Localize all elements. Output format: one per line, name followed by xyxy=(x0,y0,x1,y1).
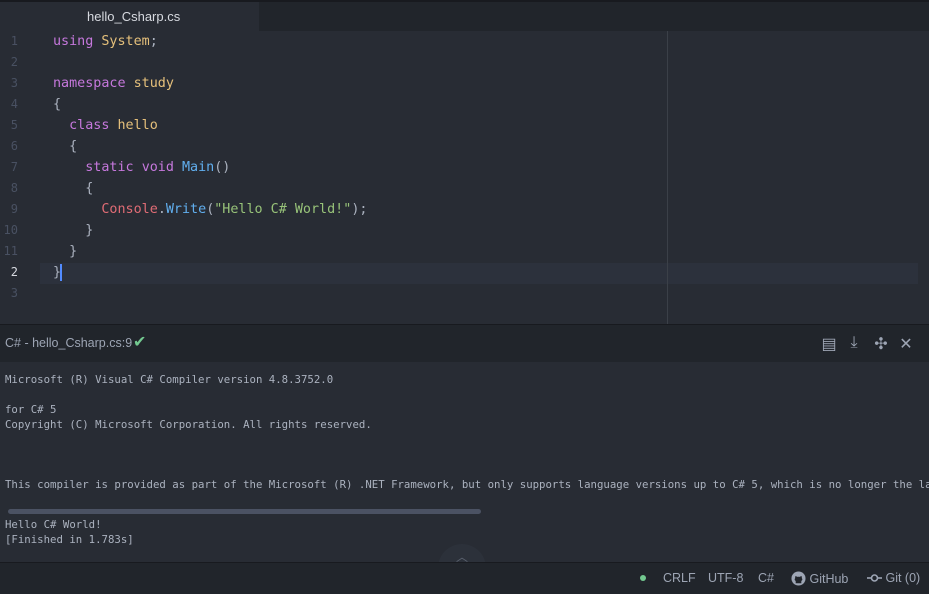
code-line[interactable]: { xyxy=(53,136,77,157)
build-output: Microsoft (R) Visual C# Compiler version… xyxy=(0,362,929,568)
tab-bar: hello_Csharp.cs xyxy=(0,2,929,32)
status-dot-icon xyxy=(640,575,646,581)
line-number: 9 xyxy=(10,202,18,216)
line-ending-selector[interactable]: CRLF xyxy=(663,571,696,585)
code-line[interactable]: static void Main() xyxy=(53,157,230,178)
line-number: 3 xyxy=(10,76,18,90)
download-icon[interactable]: ⤓ xyxy=(845,334,863,352)
encoding-selector[interactable]: UTF-8 xyxy=(708,571,743,585)
code-line[interactable]: namespace study xyxy=(53,73,174,94)
wrap-guide xyxy=(667,31,668,324)
line-number: 11 xyxy=(3,244,18,258)
line-number: 10 xyxy=(3,223,18,237)
output-line: for C# 5 xyxy=(5,403,57,416)
file-icon[interactable]: ▤ xyxy=(820,334,838,354)
output-line: [Finished in 1.783s] xyxy=(5,533,134,546)
line-number: 7 xyxy=(10,160,18,174)
horizontal-scrollbar[interactable] xyxy=(8,509,481,514)
build-panel-header: C# - hello_Csharp.cs:9 ✔ ▤ ⤓ ✣ ✕ xyxy=(0,324,929,363)
code-line[interactable]: } xyxy=(53,241,77,262)
github-label: GitHub xyxy=(809,572,849,586)
line-number: 1 xyxy=(10,34,18,48)
output-line: Microsoft (R) Visual C# Compiler version… xyxy=(5,373,334,386)
code-line[interactable]: using System; xyxy=(53,31,158,52)
tab-title: hello_Csharp.cs xyxy=(87,9,181,24)
github-icon xyxy=(791,571,806,586)
code-line[interactable]: { xyxy=(53,178,93,199)
close-icon[interactable]: ✕ xyxy=(897,334,915,354)
code-line[interactable]: } xyxy=(53,220,93,241)
line-number: 4 xyxy=(10,97,18,111)
line-number: 6 xyxy=(10,139,18,153)
success-check-icon: ✔ xyxy=(133,334,147,351)
code-editor[interactable]: 1 2 3 4 5 6 7 8 9 10 11 2 3 using System; namespace s… xyxy=(0,31,929,324)
output-line: This compiler is provided as part of the… xyxy=(5,478,929,491)
grammar-selector[interactable]: C# xyxy=(758,571,774,585)
line-number: 2 xyxy=(10,265,18,279)
code-line[interactable]: Console.Write("Hello C# World!"); xyxy=(53,199,367,220)
current-line-highlight xyxy=(40,263,918,284)
output-line: Hello C# World! xyxy=(5,518,102,531)
output-line: Copyright (C) Microsoft Corporation. All… xyxy=(5,418,372,431)
code-line[interactable]: class hello xyxy=(53,115,158,136)
code-line[interactable]: } xyxy=(53,262,63,283)
git-commit-icon xyxy=(867,574,882,582)
git-button[interactable]: Git (0) xyxy=(867,571,920,585)
text-cursor xyxy=(60,263,63,281)
line-number: 2 xyxy=(10,55,18,69)
tab-hello-csharp[interactable]: hello_Csharp.cs xyxy=(0,2,259,32)
github-button[interactable]: GitHub xyxy=(791,571,848,586)
code-line[interactable]: { xyxy=(53,94,61,115)
line-number: 3 xyxy=(10,286,18,300)
pin-icon[interactable]: ✣ xyxy=(872,334,890,354)
build-panel-title: C# - hello_Csharp.cs:9 xyxy=(5,336,133,350)
git-label: Git (0) xyxy=(885,571,921,585)
line-number: 8 xyxy=(10,181,18,195)
status-bar: CRLF UTF-8 C# GitHub Git (0) xyxy=(0,562,929,594)
line-number: 5 xyxy=(10,118,18,132)
